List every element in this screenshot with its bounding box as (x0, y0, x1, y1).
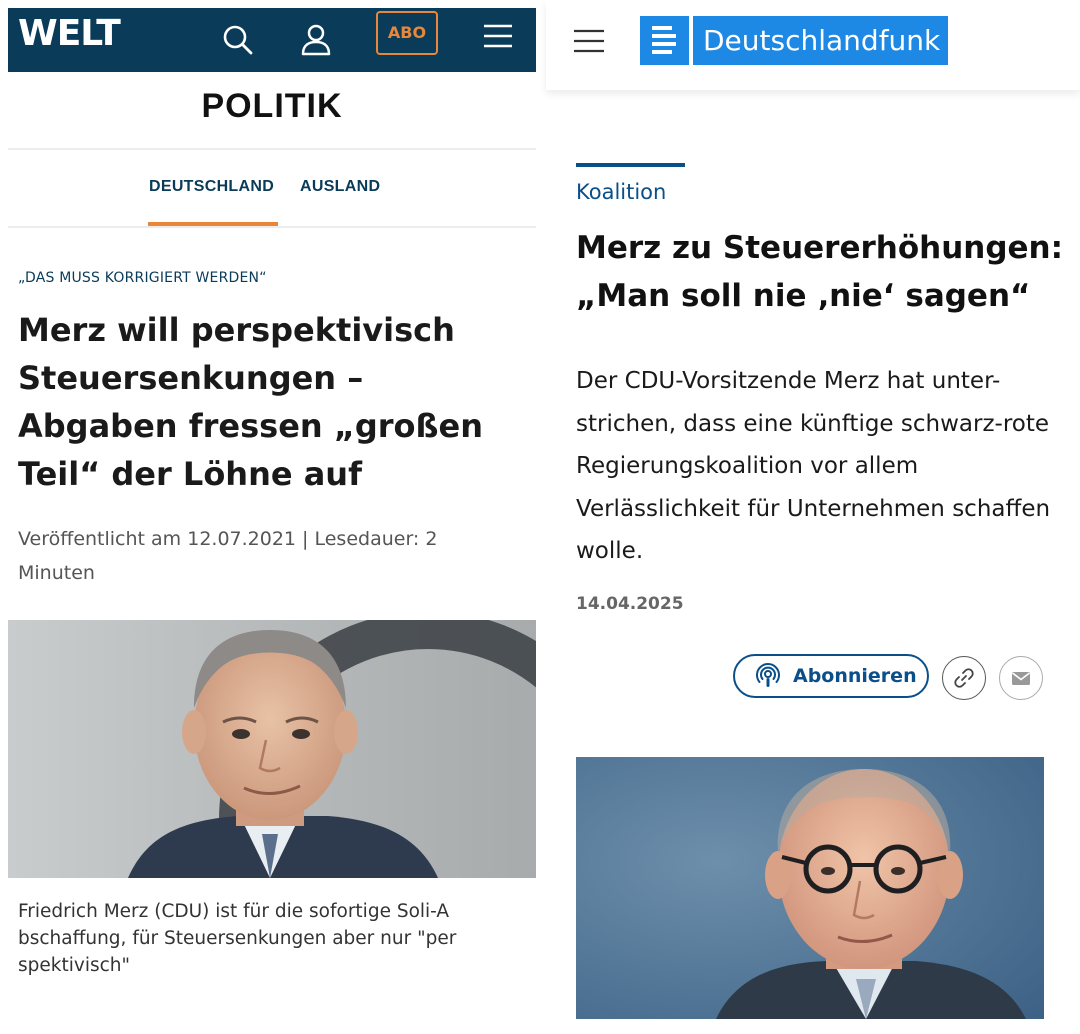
dlf-header: Deutschlandfunk (546, 0, 1080, 90)
dlf-logo[interactable]: Deutschlandfunk (640, 16, 949, 65)
tab-ausland[interactable]: AUSLAND (300, 178, 380, 196)
welt-header: WELT ABO (8, 8, 536, 72)
article-photo[interactable] (8, 620, 536, 878)
welt-logo[interactable]: WELT (18, 14, 121, 54)
subscribe-button[interactable]: Abonnieren (733, 654, 929, 698)
search-icon[interactable] (220, 22, 256, 58)
dlf-logo-text: Deutschlandfunk (693, 16, 949, 65)
article-topic[interactable]: Koalition (576, 180, 666, 204)
photo-caption: Friedrich Merz (CDU) ist für die soforti… (18, 901, 457, 976)
divider (8, 226, 536, 228)
section-title: POLITIK (201, 87, 343, 125)
welt-article-screenshot: WELT ABO POLITIK DEUTSCHLAND AUSLAND „DA… (8, 8, 536, 1034)
article-photo[interactable] (576, 757, 1044, 1019)
article-headline[interactable]: Merz will perspektivisch Steuersenkungen… (18, 306, 528, 498)
article-date: 14.04.2025 (576, 594, 684, 614)
email-share-button[interactable] (999, 656, 1043, 700)
article-kicker: „DAS MUSS KORRIGIERT WERDEN“ (18, 270, 267, 286)
dlf-logo-mark-icon (640, 16, 689, 65)
podcast-icon (756, 663, 780, 687)
subscribe-label: Abonnieren (793, 665, 917, 687)
user-icon[interactable] (298, 22, 334, 58)
abo-button[interactable]: ABO (376, 11, 438, 55)
article-headline[interactable]: Merz zu Steuererhöhungen: „Man soll nie … (576, 224, 1066, 320)
mail-icon (1012, 672, 1030, 685)
link-icon (954, 668, 974, 688)
tab-deutschland[interactable]: DEUTSCHLAND (149, 178, 274, 196)
article-teaser: Der CDU-Vorsitzende Merz hat unter-stric… (576, 368, 1051, 564)
dlf-article-screenshot: Deutschlandfunk Koalition Merz zu Steuer… (546, 0, 1080, 1034)
menu-icon[interactable] (480, 18, 516, 54)
topic-bar (576, 163, 685, 167)
hamburger-icon[interactable] (574, 28, 606, 54)
copy-link-button[interactable] (942, 656, 986, 700)
article-meta: Veröffentlicht am 12.07.2021 | Lesedauer… (18, 528, 438, 584)
section-tabs: DEUTSCHLAND AUSLAND (8, 150, 536, 226)
